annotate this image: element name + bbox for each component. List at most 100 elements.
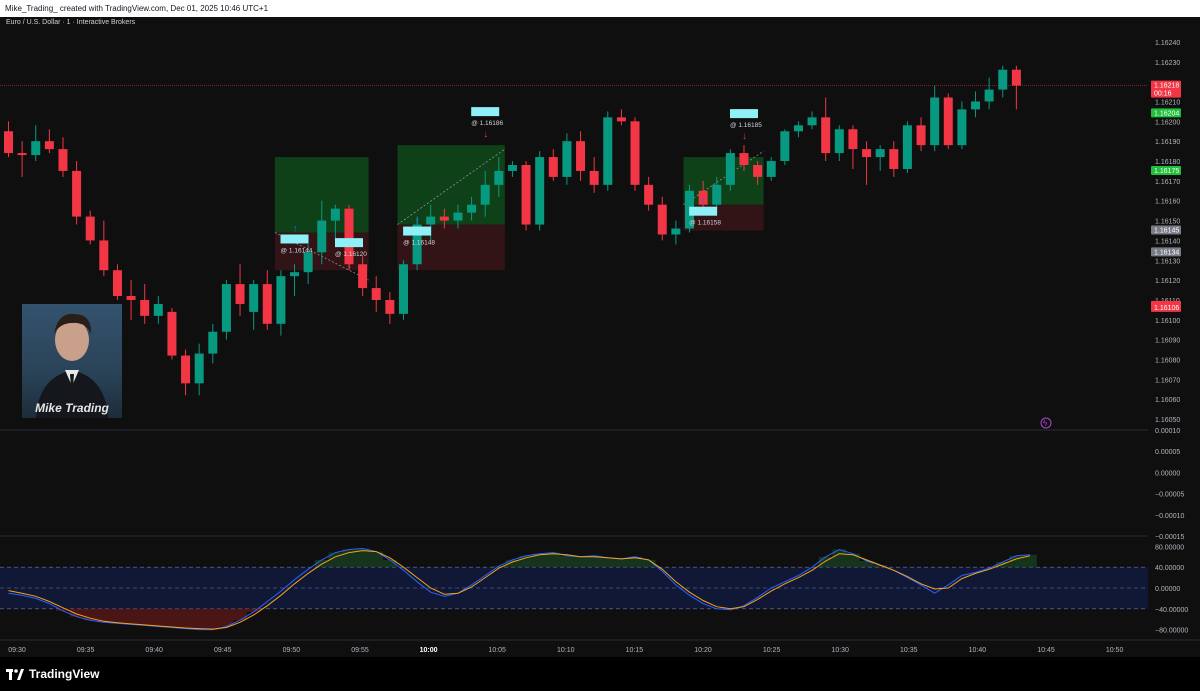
candle-body bbox=[916, 125, 926, 146]
candle-body bbox=[535, 157, 545, 225]
exit-label-box bbox=[729, 109, 758, 119]
time-axis-tick: 10:45 bbox=[1037, 647, 1055, 654]
candle-body bbox=[167, 311, 177, 356]
time-axis-tick: 09:50 bbox=[283, 647, 301, 654]
candle-body bbox=[439, 216, 449, 221]
time-axis-tick: 10:10 bbox=[557, 647, 575, 654]
stochastic-axis-tick: −40.00000 bbox=[1155, 607, 1188, 614]
price-axis-tick: 1.16130 bbox=[1155, 258, 1180, 265]
price-badge: 1.16204 bbox=[1151, 108, 1181, 118]
candle-body bbox=[4, 131, 13, 154]
price-badge-text: 1.16218 bbox=[1154, 83, 1179, 90]
candle-body bbox=[616, 117, 626, 122]
candle-body bbox=[984, 89, 994, 102]
entry-price-label: @ 1.16158 bbox=[689, 220, 721, 227]
candle-body bbox=[957, 109, 967, 146]
price-axis-tick: 1.16240 bbox=[1155, 40, 1180, 47]
candle-body bbox=[480, 184, 490, 205]
price-axis-tick: 1.16140 bbox=[1155, 238, 1180, 245]
price-axis-tick: 1.16160 bbox=[1155, 199, 1180, 206]
oscillator-axis-tick: −0.00015 bbox=[1155, 534, 1184, 541]
buy-arrow-icon: ↑ bbox=[293, 223, 298, 234]
price-axis-tick: 1.16210 bbox=[1155, 99, 1180, 106]
time-axis-tick: 10:50 bbox=[1106, 647, 1124, 654]
candle-body bbox=[112, 270, 122, 297]
candle-body bbox=[126, 296, 136, 300]
candle-body bbox=[1011, 69, 1021, 86]
price-badge: 1.16106 bbox=[1151, 302, 1181, 312]
attribution-bar: Mike_Trading_ created with TradingView.c… bbox=[0, 0, 1200, 17]
candle-body bbox=[712, 184, 722, 205]
candle-body bbox=[766, 161, 776, 177]
candle-body bbox=[262, 284, 272, 324]
candle-body bbox=[385, 299, 395, 314]
candle-body bbox=[31, 141, 41, 156]
overbought-fill bbox=[314, 548, 1037, 568]
candle-body bbox=[753, 164, 763, 177]
price-badge: 1.16145 bbox=[1151, 225, 1181, 235]
candle-body bbox=[902, 125, 912, 169]
price-axis-tick: 1.16100 bbox=[1155, 318, 1180, 325]
candle-body bbox=[72, 170, 82, 217]
tradingview-logo[interactable]: TradingView bbox=[6, 667, 99, 681]
candle-body bbox=[793, 125, 803, 132]
price-axis-tick: 1.16080 bbox=[1155, 358, 1180, 365]
candle-body bbox=[603, 117, 613, 185]
price-badge-text: 1.16145 bbox=[1154, 228, 1179, 235]
candle-body bbox=[317, 220, 327, 253]
candle-body bbox=[780, 131, 790, 162]
candle-body bbox=[494, 170, 504, 185]
candle-body bbox=[330, 208, 340, 221]
price-axis-tick: 1.16180 bbox=[1155, 159, 1180, 166]
candle-body bbox=[194, 353, 204, 384]
price-badge: 1.16134 bbox=[1151, 247, 1181, 257]
candle-body bbox=[249, 284, 259, 312]
time-axis-tick: 10:35 bbox=[900, 647, 918, 654]
exit-price-label: @ 1.16185 bbox=[730, 122, 762, 129]
candle-body bbox=[371, 288, 381, 300]
oscillator-axis-tick: −0.00005 bbox=[1155, 492, 1184, 499]
avatar-caption: Mike Trading bbox=[35, 401, 109, 415]
candle-body bbox=[998, 69, 1008, 90]
oscillator-axis-tick: 0.00005 bbox=[1155, 449, 1180, 456]
candle-body bbox=[834, 129, 844, 154]
stochastic-axis-tick: −80.00000 bbox=[1155, 628, 1188, 635]
time-axis-tick: 10:25 bbox=[763, 647, 781, 654]
oscillator-axis-tick: 0.00010 bbox=[1155, 428, 1180, 435]
exit-label-box bbox=[335, 238, 363, 248]
candle-body bbox=[971, 101, 981, 110]
price-axis-tick: 1.16120 bbox=[1155, 278, 1180, 285]
candle-body bbox=[807, 117, 817, 126]
candle-body bbox=[521, 164, 531, 225]
candle-body bbox=[930, 97, 940, 146]
symbol-title[interactable]: Euro / U.S. Dollar · 1 · Interactive Bro… bbox=[6, 19, 135, 26]
oscillator-axis-tick: 0.00000 bbox=[1155, 470, 1180, 477]
take-profit-zone bbox=[683, 157, 764, 205]
price-axis-tick: 1.16230 bbox=[1155, 60, 1180, 67]
exit-price-label: @ 1.16186 bbox=[471, 120, 503, 127]
candle-body bbox=[303, 252, 313, 273]
candle-body bbox=[235, 284, 245, 304]
price-axis-tick: 1.16170 bbox=[1155, 179, 1180, 186]
entry-price-label: @ 1.16148 bbox=[403, 240, 435, 247]
price-axis-tick: 1.16070 bbox=[1155, 377, 1180, 384]
price-badge: 1.16175 bbox=[1151, 165, 1181, 175]
candle-body bbox=[644, 184, 654, 205]
time-axis-tick: 09:55 bbox=[351, 647, 369, 654]
candle-body bbox=[630, 121, 640, 185]
time-axis-tick: 09:40 bbox=[145, 647, 163, 654]
time-axis-tick: 10:05 bbox=[488, 647, 506, 654]
time-axis-tick: 09:45 bbox=[214, 647, 232, 654]
lightning-glyph: ϟ bbox=[1043, 419, 1048, 428]
price-badge-text: 1.16175 bbox=[1154, 168, 1179, 175]
price-badge: 1.1621800:16 bbox=[1151, 80, 1181, 98]
candle-body bbox=[453, 212, 463, 221]
price-axis-tick: 1.16200 bbox=[1155, 119, 1180, 126]
sell-arrow-icon: ↓ bbox=[742, 131, 747, 142]
tradingview-icon bbox=[6, 668, 24, 680]
candle-body bbox=[889, 149, 899, 169]
candle-body bbox=[17, 153, 27, 156]
chart-canvas[interactable]: 1.16240 1.16230 1.16210 1.16200 1.16190 1.161… bbox=[0, 17, 1200, 657]
candle-body bbox=[725, 153, 735, 185]
price-axis-tick: 1.16190 bbox=[1155, 139, 1180, 146]
